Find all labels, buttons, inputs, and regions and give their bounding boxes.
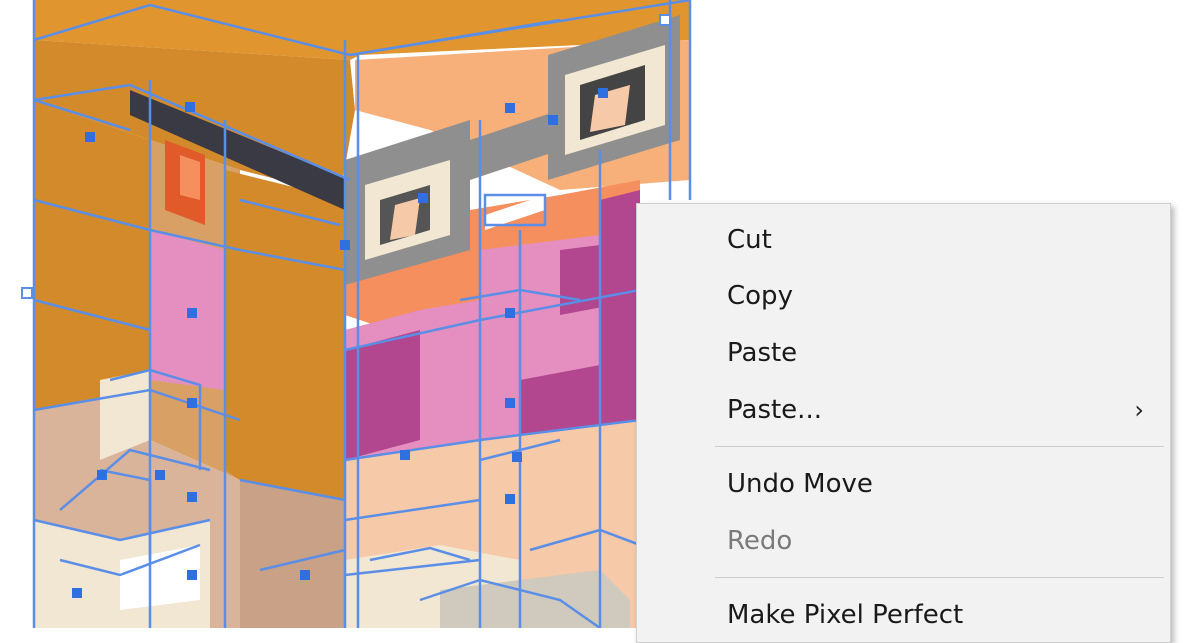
menu-item-paste-special-label: Paste... (727, 395, 822, 425)
chevron-right-icon: › (1134, 396, 1144, 424)
menu-item-paste[interactable]: Paste (637, 327, 1170, 379)
menu-item-redo-label: Redo (727, 526, 793, 556)
context-menu: Cut Copy Paste Paste... › Undo Move Redo… (636, 203, 1171, 643)
menu-item-copy[interactable]: Copy (637, 270, 1170, 322)
menu-item-paste-label: Paste (727, 338, 798, 368)
menu-item-paste-special[interactable]: Paste... › (637, 384, 1170, 436)
menu-separator (715, 446, 1164, 447)
menu-item-undo-move-label: Undo Move (727, 469, 873, 499)
menu-item-cut-label: Cut (727, 225, 772, 255)
menu-separator (715, 577, 1164, 578)
menu-item-make-pixel-perfect-label: Make Pixel Perfect (727, 600, 964, 630)
menu-item-redo: Redo (637, 515, 1170, 567)
menu-item-cut[interactable]: Cut (637, 214, 1170, 266)
menu-item-make-pixel-perfect[interactable]: Make Pixel Perfect (637, 589, 1170, 641)
menu-item-undo-move[interactable]: Undo Move (637, 458, 1170, 510)
menu-item-copy-label: Copy (727, 281, 793, 311)
